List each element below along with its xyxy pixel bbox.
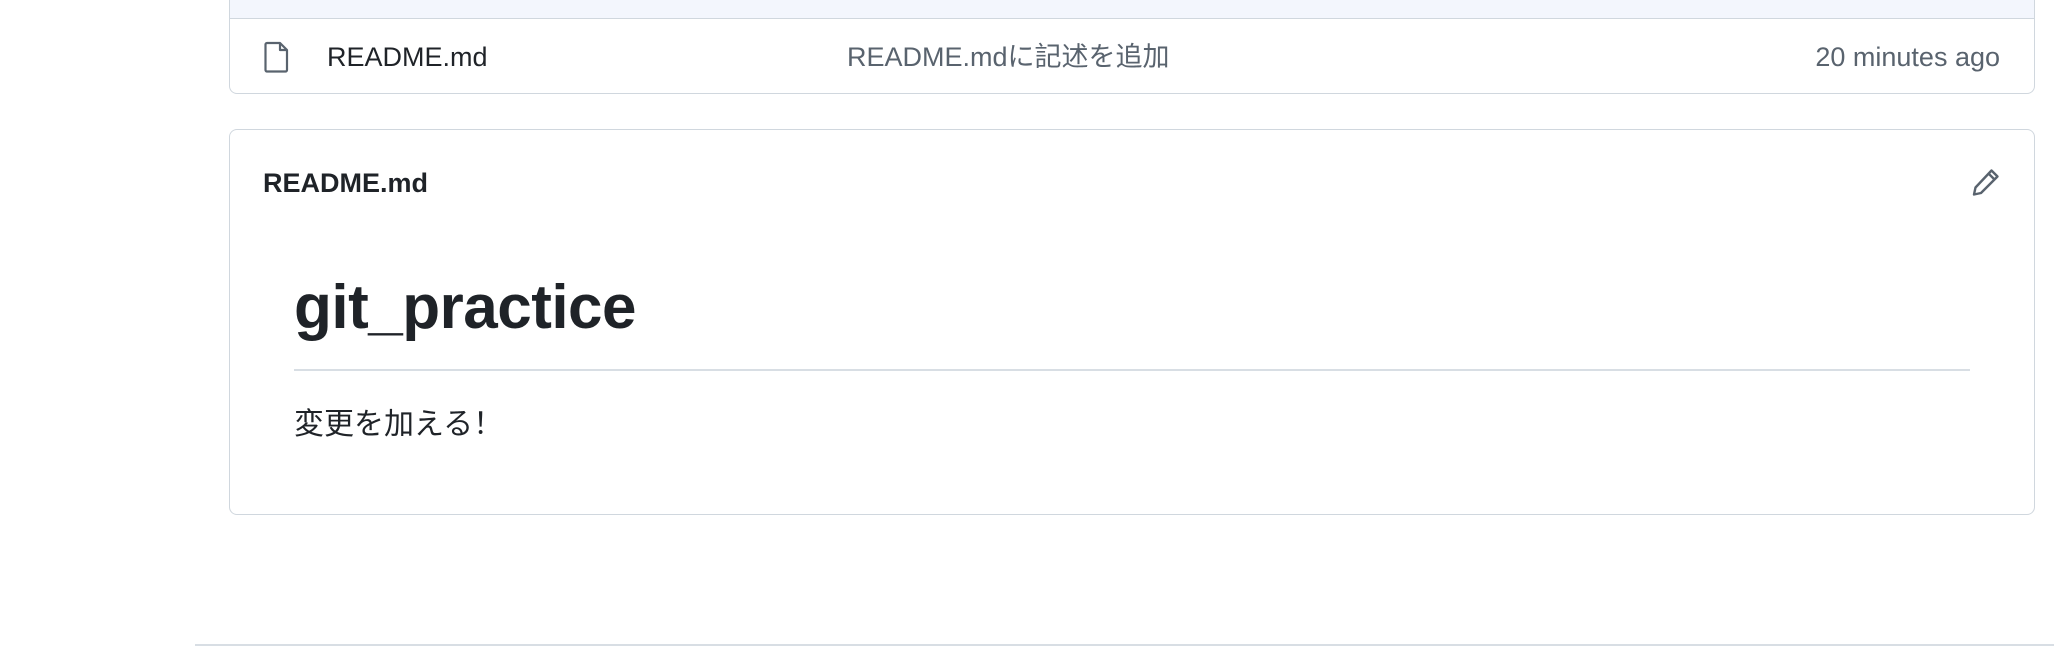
commit-age: 20 minutes ago	[1815, 42, 2000, 72]
heading-divider	[294, 369, 1970, 371]
edit-readme-button[interactable]	[1968, 166, 2004, 202]
file-list-header-strip	[230, 0, 2034, 19]
file-icon	[264, 41, 290, 73]
commit-message-link[interactable]: README.mdに記述を追加	[847, 41, 1170, 73]
file-name-link[interactable]: README.md	[327, 41, 488, 73]
readme-panel: README.md git_practice 変更を加える！	[229, 129, 2035, 515]
file-row[interactable]: README.md README.mdに記述を追加 20 minutes ago	[230, 19, 2034, 93]
file-list-table: README.md README.mdに記述を追加 20 minutes ago	[229, 0, 2035, 94]
readme-heading: git_practice	[294, 273, 637, 342]
footer-divider	[195, 644, 2054, 646]
readme-body-text: 変更を加える！	[294, 408, 504, 441]
readme-title: README.md	[263, 168, 429, 198]
pencil-icon	[1971, 167, 2001, 202]
